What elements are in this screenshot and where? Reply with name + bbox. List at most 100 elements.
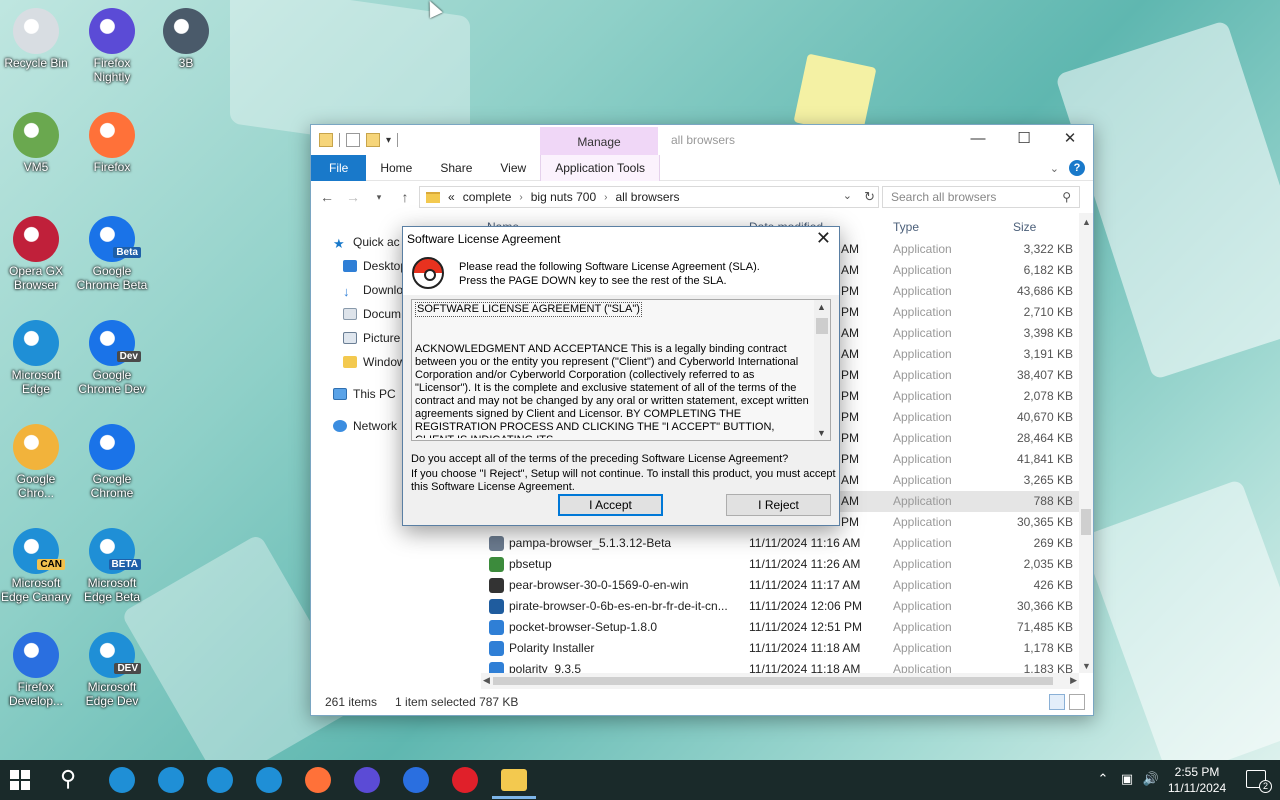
horizontal-scrollbar[interactable]: ◀ ▶	[481, 673, 1079, 689]
maximize-icon[interactable]: ☐	[1001, 125, 1047, 153]
minimize-icon[interactable]: —	[955, 125, 1001, 153]
close-icon[interactable]: ✕	[1047, 125, 1093, 153]
desktop-icon-firefox[interactable]: Firefox	[76, 112, 148, 174]
search-input[interactable]: Search all browsers	[882, 186, 1080, 208]
breadcrumb-all-browsers[interactable]: all browsers	[615, 190, 679, 204]
desktop-icon-google-chro[interactable]: Google Chro...	[0, 424, 72, 500]
nav-item-network[interactable]: Network	[333, 415, 397, 437]
tab-home[interactable]: Home	[366, 155, 426, 181]
address-dropdown-icon[interactable]: ⌄	[843, 189, 852, 202]
column-header-type[interactable]: Type	[893, 220, 919, 234]
search-icon[interactable]: ⚲	[60, 766, 76, 792]
file-row[interactable]: pear-browser-30-0-1569-0-en-win 11/11/202…	[481, 575, 1079, 596]
refresh-icon[interactable]: ↻	[864, 189, 875, 205]
desktop-icon-microsoft-edge-beta[interactable]: BETA Microsoft Edge Beta	[76, 528, 148, 604]
recent-locations-icon[interactable]: ▾	[371, 192, 387, 203]
start-button[interactable]	[10, 770, 30, 790]
column-header-size[interactable]: Size	[1013, 220, 1036, 234]
desktop-icon-label: Firefox Nightly	[93, 56, 131, 84]
edge-canary-taskbar-icon[interactable]	[207, 767, 233, 793]
chevron-up-icon[interactable]: ⌃	[1094, 771, 1112, 789]
scroll-right-icon[interactable]: ▶	[1070, 675, 1077, 686]
tab-view[interactable]: View	[486, 155, 540, 181]
nav-item-quick-access[interactable]: ★ Quick ac	[333, 231, 400, 253]
scroll-up-icon[interactable]: ▲	[1082, 217, 1091, 227]
desktop-icon-google-chrome[interactable]: Google Chrome	[76, 424, 148, 500]
desktop-icon-vm5[interactable]: VM5	[0, 112, 72, 174]
details-view-icon[interactable]	[1049, 694, 1065, 710]
file-row[interactable]: pbsetup 11/11/2024 11:26 AM Application 2,0…	[481, 554, 1079, 575]
network-icon[interactable]: ▣	[1118, 771, 1136, 789]
edge-canary-icon: CAN	[13, 528, 65, 574]
breadcrumb-prefix[interactable]: «	[448, 190, 455, 204]
new-folder-icon[interactable]	[366, 133, 380, 147]
scrollbar-thumb[interactable]	[1081, 509, 1091, 535]
file-explorer-taskbar-icon[interactable]	[501, 769, 527, 791]
tab-file[interactable]: File	[311, 154, 367, 181]
breadcrumb-complete[interactable]: complete	[463, 190, 512, 204]
scroll-down-icon[interactable]: ▼	[1082, 661, 1091, 671]
sla-scrollbar[interactable]: ▲ ▼	[814, 300, 830, 440]
tab-manage[interactable]: Manage	[540, 127, 658, 155]
edge-beta-taskbar-icon[interactable]	[158, 767, 184, 793]
address-bar[interactable]: « complete › big nuts 700 › all browsers…	[419, 186, 879, 208]
nav-item-pictures[interactable]: Picture	[343, 327, 400, 349]
chevron-right-icon[interactable]: ›	[604, 192, 607, 203]
help-icon[interactable]: ?	[1069, 160, 1085, 176]
reject-button[interactable]: I Reject	[726, 494, 831, 516]
chrome-canary-icon	[13, 424, 59, 470]
file-row[interactable]: pocket-browser-Setup-1.8.0 11/11/2024 12:…	[481, 617, 1079, 638]
vertical-scrollbar[interactable]: ▲ ▼	[1079, 213, 1093, 673]
breadcrumb-big-nuts[interactable]: big nuts 700	[531, 190, 596, 204]
file-row[interactable]: pampa-browser_5.1.3.12-Beta 11/11/2024 11…	[481, 533, 1079, 554]
windows-logo-icon	[21, 781, 30, 790]
tab-application-tools[interactable]: Application Tools	[540, 154, 661, 181]
scrollbar-thumb[interactable]	[816, 318, 828, 334]
nav-item-desktop[interactable]: Desktop	[343, 255, 407, 277]
nav-item-this-pc[interactable]: This PC	[333, 383, 396, 405]
large-icons-view-icon[interactable]	[1069, 694, 1085, 710]
firefox-dev-taskbar-icon[interactable]	[403, 767, 429, 793]
edge-dev-taskbar-icon[interactable]	[256, 767, 282, 793]
desktop-icon-microsoft-edge[interactable]: Microsoft Edge	[0, 320, 72, 396]
folder-icon[interactable]	[319, 133, 333, 147]
desktop-icon-google-chrome-dev[interactable]: Dev Google Chrome Dev	[76, 320, 148, 396]
scroll-up-icon[interactable]: ▲	[817, 302, 826, 312]
desktop-icon-microsoft-edge-canary[interactable]: CAN Microsoft Edge Canary	[0, 528, 72, 604]
close-icon[interactable]: ✕	[816, 228, 831, 249]
scroll-left-icon[interactable]: ◀	[483, 675, 490, 686]
edge-taskbar-icon[interactable]	[109, 767, 135, 793]
chevron-down-icon[interactable]: ▾	[386, 135, 391, 146]
desktop-icon-microsoft-edge-dev[interactable]: DEV Microsoft Edge Dev	[76, 632, 148, 708]
up-icon[interactable]: ↑	[397, 189, 413, 205]
nav-item-downloads[interactable]: ↓ Downlo	[343, 279, 403, 301]
firefox-nightly-taskbar-icon[interactable]	[354, 767, 380, 793]
file-row[interactable]: Polarity Installer 11/11/2024 11:18 AM App…	[481, 638, 1079, 659]
desktop-icon-3b[interactable]: 3B	[150, 8, 222, 70]
nav-item-windows[interactable]: Window	[343, 351, 406, 373]
desktop-icon-google-chrome-beta[interactable]: Beta Google Chrome Beta	[76, 216, 148, 292]
search-icon[interactable]: ⚲	[1062, 190, 1071, 204]
firefox-taskbar-icon[interactable]	[305, 767, 331, 793]
clock[interactable]: 2:55 PM 11/11/2024	[1162, 764, 1232, 796]
chevron-right-icon[interactable]: ›	[519, 192, 522, 203]
desktop-icon-opera-gx-browser[interactable]: Opera GX Browser	[0, 216, 72, 292]
expand-ribbon-icon[interactable]: ⌄	[1050, 162, 1059, 175]
nav-item-documents[interactable]: Docum	[343, 303, 401, 325]
file-row[interactable]: pirate-browser-0-6b-es-en-br-fr-de-it-cn…	[481, 596, 1079, 617]
scrollbar-thumb[interactable]	[493, 677, 1053, 685]
accept-button[interactable]: I Accept	[558, 494, 663, 516]
back-icon[interactable]: ←	[319, 189, 335, 205]
forward-icon[interactable]: →	[345, 189, 361, 205]
volume-icon[interactable]: 🔊	[1142, 771, 1160, 789]
file-type: Application	[893, 473, 952, 487]
scroll-down-icon[interactable]: ▼	[817, 428, 826, 438]
sla-textbox[interactable]: SOFTWARE LICENSE AGREEMENT ("SLA") ACKNO…	[411, 299, 831, 441]
properties-icon[interactable]	[346, 133, 360, 147]
desktop-icon-firefox-develop[interactable]: Firefox Develop...	[0, 632, 72, 708]
desktop-icon-firefox-nightly[interactable]: Firefox Nightly	[76, 8, 148, 84]
file-date: AM	[841, 263, 859, 277]
desktop-icon-recycle-bin[interactable]: Recycle Bin	[0, 8, 72, 70]
opera-taskbar-icon[interactable]	[452, 767, 478, 793]
tab-share[interactable]: Share	[426, 155, 486, 181]
